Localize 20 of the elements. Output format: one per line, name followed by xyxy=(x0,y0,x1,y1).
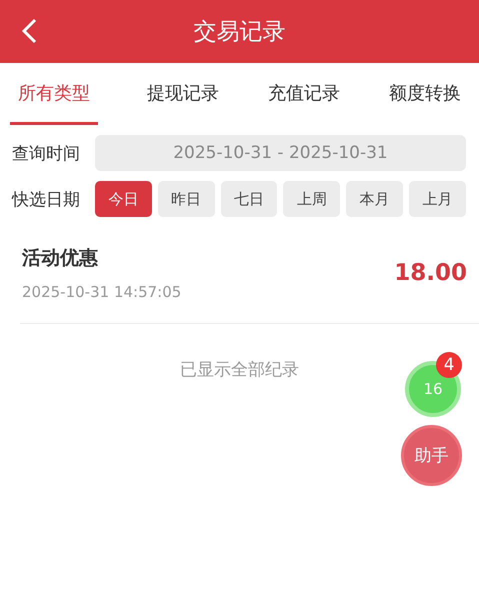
tab[interactable]: 所有类型 xyxy=(10,63,98,125)
tab[interactable]: 提现记录 xyxy=(139,63,219,125)
date-option[interactable]: 上月 xyxy=(409,181,466,217)
field-label: 快选日期 xyxy=(12,188,81,210)
assistant-button[interactable]: 助手 xyxy=(401,425,462,486)
date-option[interactable]: 本月 xyxy=(346,181,404,217)
record-time: 2025-10-31 14:57:05 xyxy=(22,283,182,301)
tab[interactable]: 充值记录 xyxy=(260,63,340,125)
notification-badge: 4 xyxy=(436,352,462,378)
date-option[interactable]: 七日 xyxy=(220,181,278,217)
back-icon[interactable] xyxy=(20,18,38,44)
date-option[interactable]: 今日 xyxy=(95,181,152,217)
end-of-list-text: 已显示全部纪录 xyxy=(180,360,299,380)
tab[interactable]: 额度转换 xyxy=(381,63,469,125)
record-amount: 18.00 xyxy=(394,260,467,286)
date-option[interactable]: 上周 xyxy=(283,181,340,217)
date-option[interactable]: 昨日 xyxy=(158,181,215,217)
page-title: 交易记录 xyxy=(194,18,286,47)
field-label: 查询时间 xyxy=(12,142,81,164)
record-title: 活动优惠 xyxy=(22,246,99,271)
